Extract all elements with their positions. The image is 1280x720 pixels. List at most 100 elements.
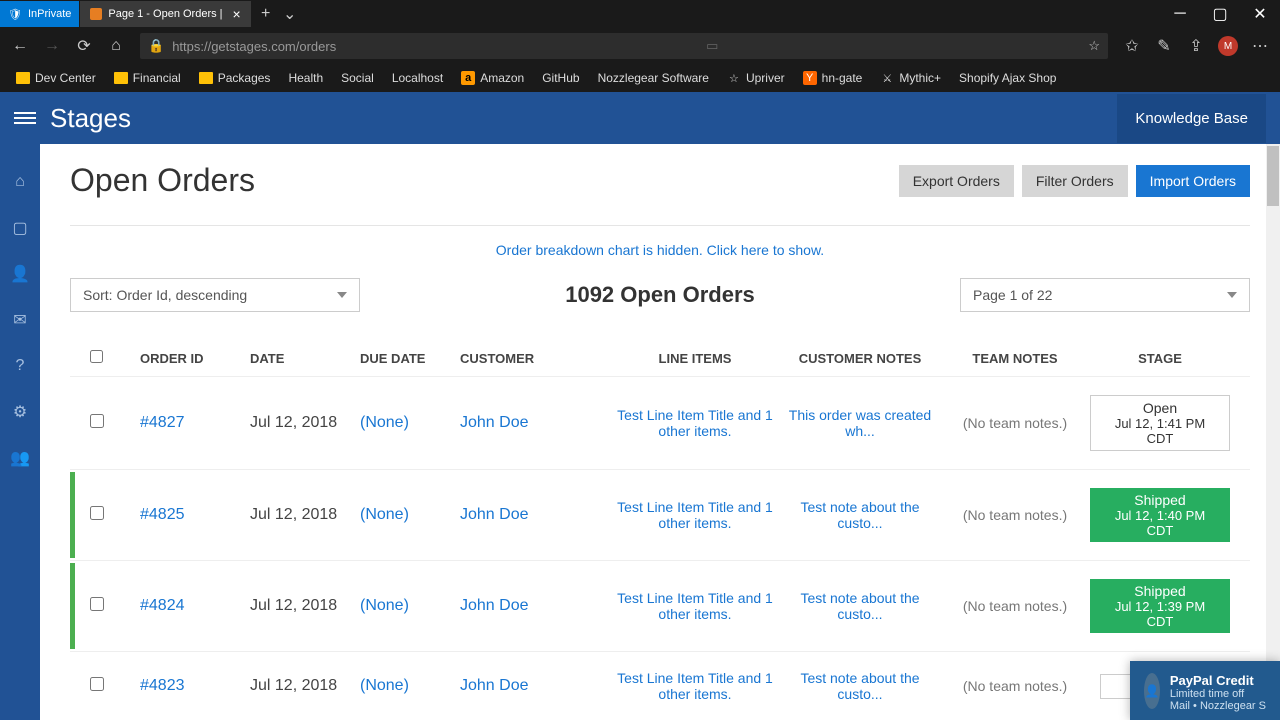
sort-select[interactable]: Sort: Order Id, descending [70, 278, 360, 312]
reading-view-icon[interactable]: ▭ [706, 38, 718, 54]
line-items-link[interactable]: Test Line Item Title and 1 other items. [610, 670, 780, 702]
users-icon[interactable]: 👤 [10, 264, 30, 284]
home-button[interactable]: ⌂ [102, 32, 130, 60]
notes-icon[interactable]: ✎ [1150, 32, 1178, 60]
bookmark-label: Upriver [746, 71, 785, 85]
show-chart-link[interactable]: Order breakdown chart is hidden. Click h… [70, 226, 1250, 278]
bookmark-item[interactable]: ⚔Mythic+ [872, 68, 949, 88]
shield-icon: 🛡 [8, 8, 22, 21]
minimize-button[interactable]: ─ [1160, 0, 1200, 28]
team-notes: (No team notes.) [940, 678, 1090, 694]
refresh-button[interactable]: ⟳ [70, 32, 98, 60]
customer-notes-link[interactable]: This order was created wh... [780, 407, 940, 439]
bookmarks-bar: Dev CenterFinancialPackagesHealth Social L… [0, 64, 1280, 92]
row-checkbox[interactable] [90, 677, 104, 691]
back-button[interactable]: ← [6, 32, 34, 60]
export-orders-button[interactable]: Export Orders [899, 165, 1014, 197]
help-icon[interactable]: ? [10, 356, 30, 376]
due-date-link[interactable]: (None) [360, 506, 460, 524]
profile-avatar[interactable]: M [1214, 32, 1242, 60]
bookmark-item[interactable]: Nozzlegear Software [590, 68, 717, 88]
bookmark-item[interactable]: aAmazon [453, 68, 532, 88]
people-icon[interactable]: 👥 [10, 448, 30, 468]
header-due-date: DUE DATE [360, 351, 460, 366]
header-line-items: LINE ITEMS [610, 351, 780, 366]
bookmark-item[interactable]: Dev Center [8, 68, 104, 88]
favorites-icon[interactable]: ✩ [1118, 32, 1146, 60]
close-window-button[interactable]: ✕ [1240, 0, 1280, 28]
bookmark-label: Nozzlegear Software [598, 71, 709, 85]
toast-subtitle-1: Limited time off [1170, 688, 1266, 700]
knowledge-base-link[interactable]: Knowledge Base [1117, 94, 1266, 143]
customer-link[interactable]: John Doe [460, 677, 610, 695]
settings-icon[interactable]: ⚙ [10, 402, 30, 422]
home-icon[interactable]: ⌂ [10, 172, 30, 192]
browser-tab[interactable]: Page 1 - Open Orders | × [80, 1, 250, 27]
customer-link[interactable]: John Doe [460, 506, 610, 524]
customer-link[interactable]: John Doe [460, 597, 610, 615]
order-id-link[interactable]: #4823 [140, 677, 250, 695]
bookmark-item[interactable]: Packages [191, 68, 279, 88]
bookmark-item[interactable]: Localhost [384, 68, 451, 88]
row-checkbox[interactable] [90, 414, 104, 428]
stage-badge[interactable]: ShippedJul 12, 1:40 PM CDT [1090, 488, 1230, 542]
bookmark-label: Localhost [392, 71, 443, 85]
header-customer: CUSTOMER [460, 351, 610, 366]
new-tab-button[interactable]: + [252, 5, 280, 23]
hamburger-menu-icon[interactable] [14, 112, 36, 124]
share-icon[interactable]: ⇪ [1182, 32, 1210, 60]
page-select[interactable]: Page 1 of 22 [960, 278, 1250, 312]
header-date: DATE [250, 351, 360, 366]
due-date-link[interactable]: (None) [360, 414, 460, 432]
filter-orders-button[interactable]: Filter Orders [1022, 165, 1128, 197]
order-id-link[interactable]: #4825 [140, 506, 250, 524]
order-id-link[interactable]: #4827 [140, 414, 250, 432]
row-checkbox[interactable] [90, 597, 104, 611]
line-items-link[interactable]: Test Line Item Title and 1 other items. [610, 499, 780, 531]
bookmark-item[interactable]: ☆Upriver [719, 68, 793, 88]
stage-badge[interactable]: OpenJul 12, 1:41 PM CDT [1090, 395, 1230, 451]
row-checkbox[interactable] [90, 506, 104, 520]
header-customer-notes: CUSTOMER NOTES [780, 351, 940, 366]
customer-notes-link[interactable]: Test note about the custo... [780, 670, 940, 702]
table-row: #4825Jul 12, 2018(None)John DoeTest Line… [70, 469, 1250, 560]
customer-link[interactable]: John Doe [460, 414, 610, 432]
bookmark-item[interactable]: Yhn-gate [795, 68, 871, 88]
mail-icon[interactable]: ✉ [10, 310, 30, 330]
menu-icon[interactable]: ⋯ [1246, 32, 1274, 60]
orders-table: ORDER ID DATE DUE DATE CUSTOMER LINE ITE… [70, 340, 1250, 720]
due-date-link[interactable]: (None) [360, 677, 460, 695]
customer-notes-link[interactable]: Test note about the custo... [780, 499, 940, 531]
tabs-dropdown-icon[interactable]: ⌄ [280, 4, 300, 24]
bookmark-item[interactable]: Financial [106, 68, 189, 88]
document-icon[interactable]: ▢ [10, 218, 30, 238]
notification-toast[interactable]: 👤 PayPal Credit Limited time off Mail • … [1130, 661, 1280, 720]
table-row: #4824Jul 12, 2018(None)John DoeTest Line… [70, 560, 1250, 651]
vertical-scrollbar[interactable] [1266, 144, 1280, 720]
address-bar[interactable]: 🔒 https://getstages.com/orders ▭ ☆ [140, 33, 1108, 59]
bookmark-item[interactable]: Shopify Ajax Shop [951, 68, 1064, 88]
stage-badge[interactable]: ShippedJul 12, 1:39 PM CDT [1090, 579, 1230, 633]
toast-avatar-icon: 👤 [1144, 673, 1160, 709]
favorite-star-icon[interactable]: ☆ [1088, 38, 1100, 54]
forward-button[interactable]: → [38, 32, 66, 60]
customer-notes-link[interactable]: Test note about the custo... [780, 590, 940, 622]
import-orders-button[interactable]: Import Orders [1136, 165, 1250, 197]
due-date-link[interactable]: (None) [360, 597, 460, 615]
line-items-link[interactable]: Test Line Item Title and 1 other items. [610, 407, 780, 439]
order-date: Jul 12, 2018 [250, 597, 360, 615]
folder-icon [199, 72, 213, 84]
order-id-link[interactable]: #4824 [140, 597, 250, 615]
bookmark-item[interactable]: Health [280, 68, 331, 88]
tab-close-icon[interactable]: × [233, 6, 241, 22]
bookmark-item[interactable]: GitHub [534, 68, 587, 88]
inprivate-indicator: 🛡 InPrivate [0, 1, 79, 27]
folder-icon [114, 72, 128, 84]
app-title: Stages [50, 103, 131, 134]
bookmark-label: Social [341, 71, 374, 85]
maximize-button[interactable]: ▢ [1200, 0, 1240, 28]
select-all-checkbox[interactable] [90, 350, 103, 363]
line-items-link[interactable]: Test Line Item Title and 1 other items. [610, 590, 780, 622]
header-stage: STAGE [1090, 351, 1230, 366]
bookmark-item[interactable]: Social [333, 68, 382, 88]
